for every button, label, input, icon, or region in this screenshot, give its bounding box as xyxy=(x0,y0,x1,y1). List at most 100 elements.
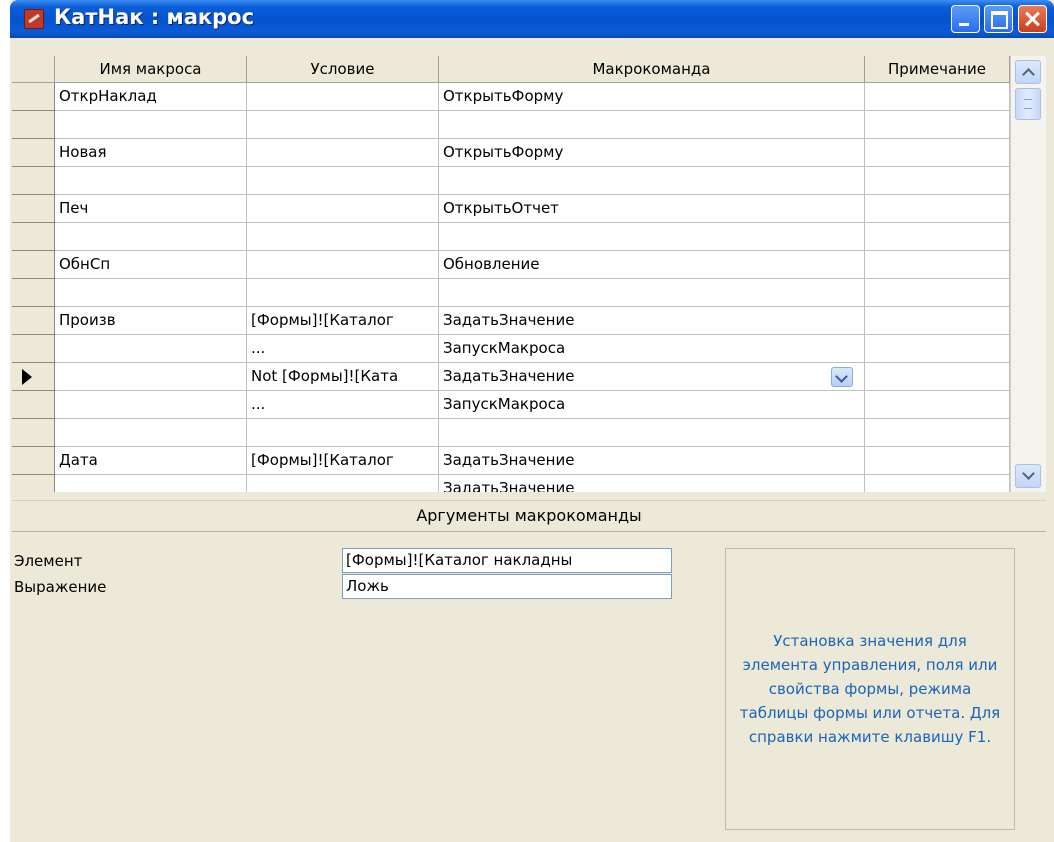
condition-cell[interactable]: [Формы]![Каталог xyxy=(247,447,439,475)
macro-name-cell[interactable] xyxy=(55,419,247,447)
comment-cell[interactable] xyxy=(865,447,1010,475)
condition-cell[interactable] xyxy=(247,419,439,447)
expression-label: Выражение xyxy=(14,578,107,596)
close-button[interactable] xyxy=(1018,5,1047,33)
action-cell[interactable]: Обновление xyxy=(439,251,865,279)
macro-name-cell[interactable]: Дата xyxy=(55,447,247,475)
row-selector[interactable] xyxy=(12,223,55,251)
condition-cell[interactable]: ... xyxy=(247,335,439,363)
action-cell[interactable]: ЗапускМакроса xyxy=(439,391,865,419)
action-cell[interactable]: ОткрытьФорму xyxy=(439,83,865,111)
help-panel: Установка значения для элемента управлен… xyxy=(725,548,1015,830)
row-selector[interactable] xyxy=(12,447,55,475)
action-cell[interactable]: ОткрытьФорму xyxy=(439,139,865,167)
comment-cell[interactable] xyxy=(865,139,1010,167)
action-cell[interactable]: ЗадатьЗначение xyxy=(439,447,865,475)
scroll-up-arrow-icon[interactable] xyxy=(1015,60,1041,84)
action-dropdown-icon[interactable] xyxy=(831,367,853,387)
row-selector[interactable] xyxy=(12,111,55,139)
macro-name-cell[interactable] xyxy=(55,279,247,307)
condition-cell[interactable]: ... xyxy=(247,391,439,419)
condition-cell[interactable] xyxy=(247,195,439,223)
arguments-header: Аргументы макрокоманды xyxy=(12,500,1046,532)
macro-name-cell[interactable]: Новая xyxy=(55,139,247,167)
macro-name-cell[interactable] xyxy=(55,391,247,419)
column-header-macro-name[interactable]: Имя макроса xyxy=(55,56,247,83)
maximize-button[interactable] xyxy=(984,5,1013,33)
row-selector[interactable] xyxy=(12,167,55,195)
row-selector[interactable] xyxy=(12,251,55,279)
condition-cell[interactable] xyxy=(247,223,439,251)
macro-name-cell[interactable]: Печ xyxy=(55,195,247,223)
row-selector[interactable] xyxy=(12,83,55,111)
window-title: КатНак : макрос xyxy=(54,5,255,29)
row-selector[interactable] xyxy=(12,419,55,447)
element-label: Элемент xyxy=(14,552,83,570)
row-selector[interactable] xyxy=(12,475,55,492)
comment-cell[interactable] xyxy=(865,419,1010,447)
minimize-button[interactable] xyxy=(951,5,980,33)
macro-name-cell[interactable]: Произв xyxy=(55,307,247,335)
condition-cell[interactable]: Not [Формы]![Ката xyxy=(247,363,439,391)
condition-cell[interactable]: [Формы]![Каталог xyxy=(247,307,439,335)
condition-cell[interactable] xyxy=(247,139,439,167)
condition-cell[interactable] xyxy=(247,279,439,307)
macro-name-cell[interactable] xyxy=(55,111,247,139)
help-text: Установка значения для элемента управлен… xyxy=(739,632,1001,746)
column-header-action[interactable]: Макрокоманда xyxy=(439,56,865,83)
action-cell[interactable]: ЗапускМакроса xyxy=(439,335,865,363)
condition-cell[interactable] xyxy=(247,251,439,279)
condition-cell[interactable] xyxy=(247,111,439,139)
comment-cell[interactable] xyxy=(865,475,1010,492)
action-cell[interactable] xyxy=(439,223,865,251)
action-cell[interactable] xyxy=(439,111,865,139)
current-row-arrow-icon xyxy=(22,369,32,385)
comment-cell[interactable] xyxy=(865,83,1010,111)
comment-cell[interactable] xyxy=(865,307,1010,335)
row-selector[interactable] xyxy=(12,307,55,335)
scroll-down-arrow-icon[interactable] xyxy=(1015,464,1041,488)
element-field[interactable]: [Формы]![Каталог накладны xyxy=(342,548,672,573)
row-selector[interactable] xyxy=(12,363,55,391)
action-cell[interactable]: ОткрытьОтчет xyxy=(439,195,865,223)
comment-cell[interactable] xyxy=(865,391,1010,419)
condition-cell[interactable] xyxy=(247,475,439,492)
macro-name-cell[interactable]: ОбнСп xyxy=(55,251,247,279)
action-cell[interactable]: ЗадатьЗначение xyxy=(439,363,865,391)
macro-name-cell[interactable] xyxy=(55,335,247,363)
row-selector[interactable] xyxy=(12,195,55,223)
action-cell[interactable]: ЗадатьЗначение xyxy=(439,307,865,335)
comment-cell[interactable] xyxy=(865,335,1010,363)
grid-corner-selector[interactable] xyxy=(12,56,55,83)
comment-cell[interactable] xyxy=(865,363,1010,391)
comment-cell[interactable] xyxy=(865,111,1010,139)
comment-cell[interactable] xyxy=(865,251,1010,279)
row-selector[interactable] xyxy=(12,391,55,419)
row-selector[interactable] xyxy=(12,139,55,167)
expression-field[interactable]: Ложь xyxy=(342,574,672,599)
access-macro-icon[interactable] xyxy=(24,9,44,29)
column-header-comment[interactable]: Примечание xyxy=(865,56,1010,83)
macro-name-cell[interactable] xyxy=(55,363,247,391)
macro-name-cell[interactable] xyxy=(55,223,247,251)
condition-cell[interactable] xyxy=(247,167,439,195)
action-cell[interactable]: ЗадатьЗначение xyxy=(439,475,865,492)
action-cell[interactable] xyxy=(439,279,865,307)
row-selector[interactable] xyxy=(12,335,55,363)
action-cell[interactable] xyxy=(439,419,865,447)
row-selector[interactable] xyxy=(12,279,55,307)
scroll-thumb[interactable] xyxy=(1015,88,1041,120)
macro-name-cell[interactable] xyxy=(55,167,247,195)
comment-cell[interactable] xyxy=(865,167,1010,195)
comment-cell[interactable] xyxy=(865,279,1010,307)
condition-cell[interactable] xyxy=(247,83,439,111)
comment-cell[interactable] xyxy=(865,195,1010,223)
macro-grid: Имя макроса Условие Макрокоманда Примеча… xyxy=(12,56,1046,492)
action-cell[interactable] xyxy=(439,167,865,195)
vertical-scrollbar[interactable] xyxy=(1010,56,1046,492)
column-header-condition[interactable]: Условие xyxy=(247,56,439,83)
macro-name-cell[interactable] xyxy=(55,475,247,492)
title-bar[interactable]: КатНак : макрос xyxy=(10,0,1054,38)
macro-name-cell[interactable]: ОткрНаклад xyxy=(55,83,247,111)
comment-cell[interactable] xyxy=(865,223,1010,251)
